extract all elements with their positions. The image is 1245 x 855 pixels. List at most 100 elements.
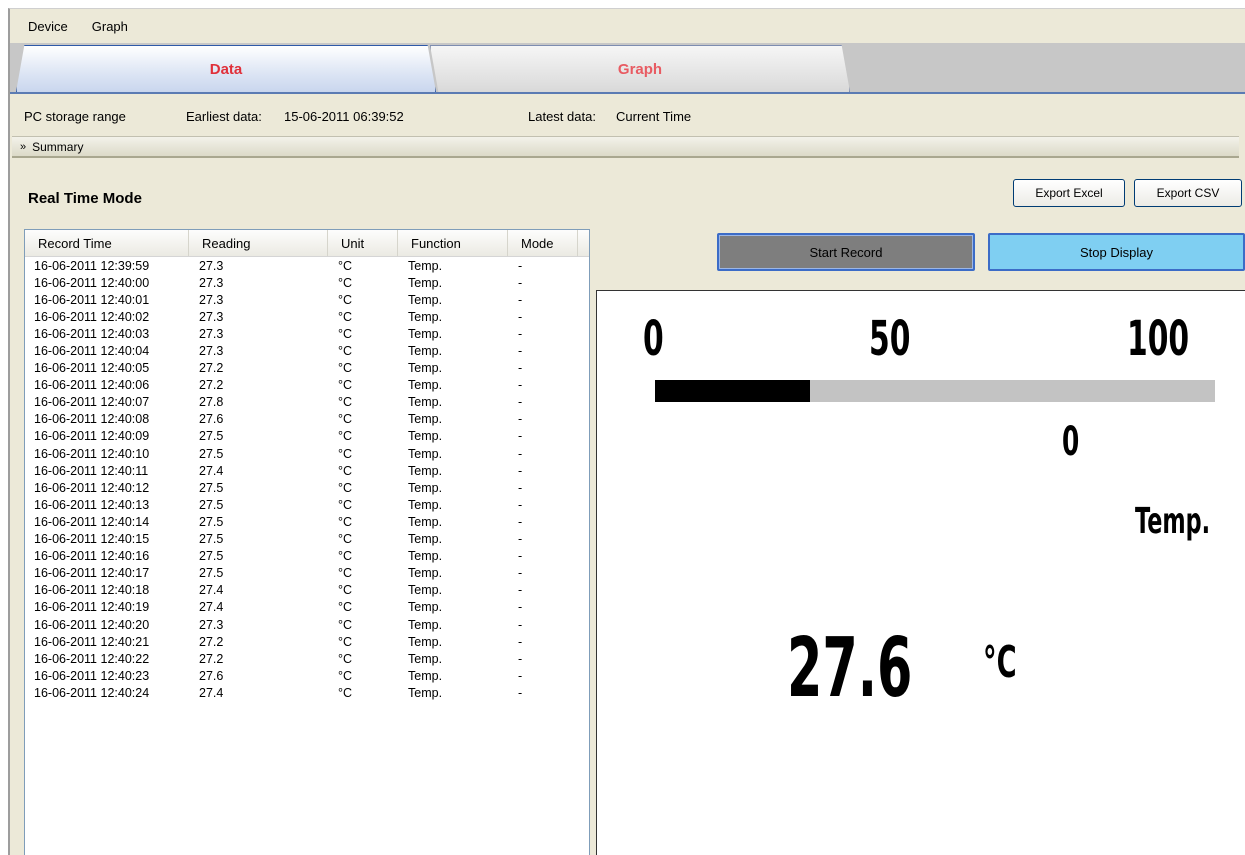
table-row[interactable]: 16-06-2011 12:40:06 27.2 °C Temp. -	[25, 377, 589, 394]
cell-unit: °C	[338, 583, 353, 598]
summary-expander[interactable]: » Summary	[12, 136, 1239, 158]
start-record-button[interactable]: Start Record	[717, 233, 975, 271]
table-row[interactable]: 16-06-2011 12:40:20 27.3 °C Temp. -	[25, 616, 589, 633]
table-row[interactable]: 16-06-2011 12:40:19 27.4 °C Temp. -	[25, 599, 589, 616]
cell-unit: °C	[338, 651, 353, 666]
cell-unit: °C	[338, 258, 353, 273]
latest-data-label: Latest data:	[528, 108, 596, 124]
table-row[interactable]: 16-06-2011 12:40:10 27.5 °C Temp. -	[25, 445, 589, 462]
cell-record-time: 16-06-2011 12:40:17	[34, 566, 150, 581]
table-row[interactable]: 16-06-2011 12:40:03 27.3 °C Temp. -	[25, 325, 589, 342]
cell-record-time: 16-06-2011 12:40:00	[34, 275, 150, 290]
tab-strip: Graph Data	[10, 43, 1245, 94]
earliest-data-label: Earliest data:	[186, 108, 262, 124]
table-row[interactable]: 16-06-2011 12:40:22 27.2 °C Temp. -	[25, 650, 589, 667]
cell-record-time: 16-06-2011 12:40:22	[34, 651, 150, 666]
cell-mode: -	[518, 309, 523, 324]
table-row[interactable]: 16-06-2011 12:40:15 27.5 °C Temp. -	[25, 531, 589, 548]
cell-reading: 27.5	[199, 514, 224, 529]
table-row[interactable]: 16-06-2011 12:40:01 27.3 °C Temp. -	[25, 291, 589, 308]
summary-label: Summary	[32, 139, 84, 154]
cell-function: Temp.	[408, 651, 443, 666]
export-csv-button[interactable]: Export CSV	[1134, 179, 1242, 207]
table-row[interactable]: 16-06-2011 12:40:18 27.4 °C Temp. -	[25, 582, 589, 599]
cell-record-time: 16-06-2011 12:40:05	[34, 361, 150, 376]
export-excel-button[interactable]: Export Excel	[1013, 179, 1125, 207]
cell-function: Temp.	[408, 361, 443, 376]
column-header-record-time[interactable]: Record Time	[25, 230, 189, 256]
cell-reading: 27.2	[199, 378, 224, 393]
table-row[interactable]: 16-06-2011 12:40:05 27.2 °C Temp. -	[25, 360, 589, 377]
table-row[interactable]: 16-06-2011 12:40:07 27.8 °C Temp. -	[25, 394, 589, 411]
scale-min-label: 0	[643, 311, 664, 367]
storage-range-label: PC storage range	[24, 108, 126, 124]
cell-unit: °C	[338, 617, 353, 632]
column-header-unit[interactable]: Unit	[328, 230, 398, 256]
cell-reading: 27.4	[199, 685, 224, 700]
latest-data-value: Current Time	[616, 108, 692, 124]
app-window: Device Graph Graph Data PC storage range…	[8, 8, 1245, 855]
tab-data[interactable]: Data	[16, 45, 436, 92]
cell-reading: 27.5	[199, 549, 224, 564]
level-bar	[655, 380, 1215, 402]
cell-record-time: 16-06-2011 12:40:20	[34, 617, 150, 632]
cell-unit: °C	[338, 344, 353, 359]
cell-record-time: 16-06-2011 12:40:03	[34, 326, 150, 341]
cell-reading: 27.5	[199, 566, 224, 581]
menu-device[interactable]: Device	[28, 19, 68, 34]
cell-unit: °C	[338, 566, 353, 581]
cell-unit: °C	[338, 292, 353, 307]
cell-function: Temp.	[408, 497, 443, 512]
cell-function: Temp.	[408, 412, 443, 427]
main-reading-value: 27.6	[787, 621, 913, 716]
column-header-mode[interactable]: Mode	[508, 230, 578, 256]
table-header: Record Time Reading Unit Function Mode	[25, 230, 589, 257]
cell-reading: 27.4	[199, 583, 224, 598]
cell-function: Temp.	[408, 480, 443, 495]
table-row[interactable]: 16-06-2011 12:40:00 27.3 °C Temp. -	[25, 274, 589, 291]
cell-unit: °C	[338, 685, 353, 700]
column-header-function[interactable]: Function	[398, 230, 508, 256]
function-label: Temp.	[1135, 501, 1211, 542]
cell-function: Temp.	[408, 685, 443, 700]
table-row[interactable]: 16-06-2011 12:40:14 27.5 °C Temp. -	[25, 513, 589, 530]
cell-unit: °C	[338, 463, 353, 478]
cell-record-time: 16-06-2011 12:40:13	[34, 497, 150, 512]
readings-table: Record Time Reading Unit Function Mode 1…	[24, 229, 590, 855]
cell-mode: -	[518, 668, 523, 683]
table-row[interactable]: 16-06-2011 12:40:12 27.5 °C Temp. -	[25, 479, 589, 496]
table-row[interactable]: 16-06-2011 12:40:08 27.6 °C Temp. -	[25, 411, 589, 428]
cell-reading: 27.3	[199, 617, 224, 632]
column-header-reading[interactable]: Reading	[189, 230, 328, 256]
cell-mode: -	[518, 463, 523, 478]
tab-graph[interactable]: Graph	[430, 45, 850, 92]
cell-reading: 27.6	[199, 668, 224, 683]
cell-function: Temp.	[408, 378, 443, 393]
table-row[interactable]: 16-06-2011 12:40:04 27.3 °C Temp. -	[25, 342, 589, 359]
cell-mode: -	[518, 497, 523, 512]
scale-mid-label: 50	[869, 311, 911, 367]
cell-unit: °C	[338, 668, 353, 683]
menu-graph[interactable]: Graph	[92, 19, 128, 34]
cell-function: Temp.	[408, 275, 443, 290]
cell-mode: -	[518, 344, 523, 359]
cell-record-time: 16-06-2011 12:40:23	[34, 668, 150, 683]
cell-unit: °C	[338, 309, 353, 324]
cell-mode: -	[518, 275, 523, 290]
table-row[interactable]: 16-06-2011 12:39:59 27.3 °C Temp. -	[25, 257, 589, 274]
table-row[interactable]: 16-06-2011 12:40:24 27.4 °C Temp. -	[25, 684, 589, 701]
stop-display-button[interactable]: Stop Display	[988, 233, 1245, 271]
table-row[interactable]: 16-06-2011 12:40:21 27.2 °C Temp. -	[25, 633, 589, 650]
table-row[interactable]: 16-06-2011 12:40:17 27.5 °C Temp. -	[25, 565, 589, 582]
table-row[interactable]: 16-06-2011 12:40:02 27.3 °C Temp. -	[25, 308, 589, 325]
cell-reading: 27.3	[199, 275, 224, 290]
table-row[interactable]: 16-06-2011 12:40:09 27.5 °C Temp. -	[25, 428, 589, 445]
cell-record-time: 16-06-2011 12:40:02	[34, 309, 150, 324]
table-row[interactable]: 16-06-2011 12:40:23 27.6 °C Temp. -	[25, 667, 589, 684]
table-row[interactable]: 16-06-2011 12:40:16 27.5 °C Temp. -	[25, 548, 589, 565]
table-row[interactable]: 16-06-2011 12:40:13 27.5 °C Temp. -	[25, 496, 589, 513]
cell-function: Temp.	[408, 514, 443, 529]
table-row[interactable]: 16-06-2011 12:40:11 27.4 °C Temp. -	[25, 462, 589, 479]
cell-mode: -	[518, 480, 523, 495]
earliest-data-value: 15-06-2011 06:39:52	[284, 108, 404, 124]
